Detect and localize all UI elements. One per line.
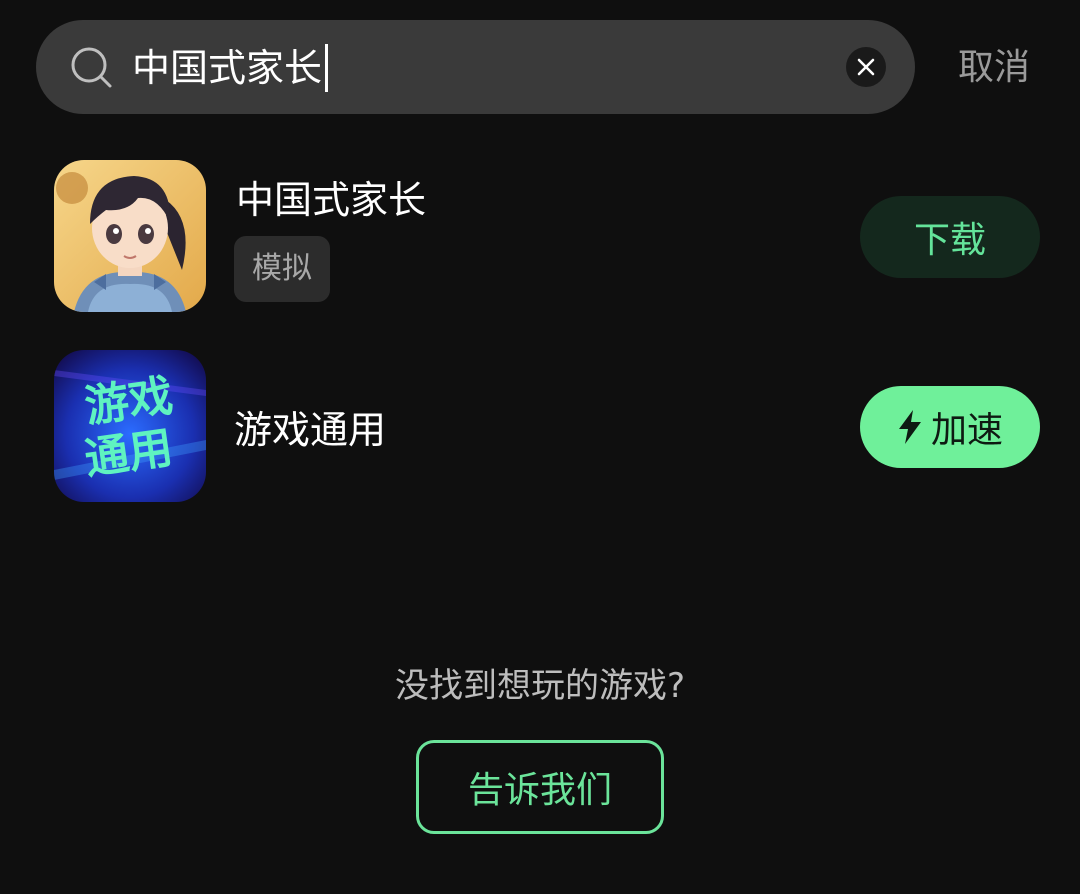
result-title[interactable]: 中国式家长 (236, 174, 426, 226)
search-input[interactable]: 中国式家长 (132, 42, 322, 94)
lightning-icon (898, 410, 921, 444)
app-icon-girl-character[interactable] (54, 160, 206, 312)
accelerate-button[interactable]: 加速 (860, 386, 1040, 468)
search-icon (71, 47, 112, 88)
app-icon-game-general[interactable]: 游戏 通用 (54, 350, 206, 502)
not-found-prompt: 没找到想玩的游戏? (394, 666, 686, 706)
cancel-button[interactable]: 取消 (958, 42, 1030, 94)
close-icon (857, 58, 875, 76)
search-results-screen: 中国式家长 取消 中国式家长 模拟 下载 游戏 通用 游戏通用 加速 没找到想玩… (0, 0, 1080, 894)
download-button[interactable]: 下载 (860, 196, 1040, 278)
clear-search-button[interactable] (846, 47, 886, 87)
tell-us-button[interactable]: 告诉我们 (416, 740, 664, 834)
accelerate-label: 加速 (930, 410, 1003, 451)
girl-character-avatar (54, 160, 206, 312)
text-cursor (325, 44, 328, 92)
result-title[interactable]: 游戏通用 (234, 404, 386, 456)
game-general-icon: 游戏 通用 (54, 350, 206, 502)
genre-tag: 模拟 (234, 236, 330, 302)
